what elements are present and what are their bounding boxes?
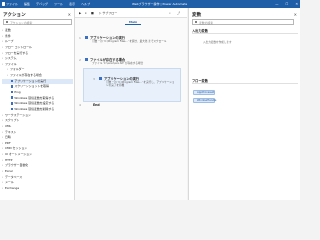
action-label: XML [5, 123, 12, 128]
run-app-icon [85, 35, 88, 39]
action-label: CMD セッション [5, 146, 28, 151]
variables-title: 変数 [192, 13, 202, 18]
search-icon [5, 20, 9, 24]
action-label: ファイル [5, 61, 17, 66]
action-label: 変数 [5, 28, 11, 32]
action-label: Exchange [5, 185, 20, 190]
expand-icon[interactable]: ⤴ [177, 11, 180, 15]
search-icon [194, 20, 198, 24]
actions-tree: › 変数 › 条件 › ループ › フロー コントロール › フローを実行する › システム › ファイル… [2, 28, 73, 192]
minimize-button[interactable]: — [275, 2, 278, 6]
action-label: システム [5, 56, 17, 61]
pause-icon[interactable]: ⏸ [85, 11, 87, 15]
flow-step[interactable]: 4 End [79, 103, 100, 107]
step-description: ファイル 'C:\xxxx\xxx.txt' が存在する場合 [92, 62, 144, 65]
action-label: アプリケーションの実行 [14, 78, 47, 83]
run-app-icon [99, 76, 102, 80]
step-title: End [92, 103, 100, 107]
action-label: HTTP [5, 157, 13, 162]
search-placeholder: アクションの検索 [10, 21, 33, 25]
action-label: PDF [5, 140, 11, 145]
step-number: 4 [79, 103, 81, 107]
action-label: ブラウザー自動化 [5, 163, 29, 168]
action-item[interactable]: › Exchange [2, 186, 73, 192]
section-header[interactable]: フロー変数 [192, 78, 298, 84]
menu-debug[interactable]: デバッグ [36, 2, 48, 6]
menu-view[interactable]: 表示 [69, 2, 75, 6]
file-exists-icon [85, 57, 88, 61]
action-label: Windows 環境変数を削除する [14, 106, 55, 111]
menu-bar: ファイル 編集 デバッグ ツール 表示 ヘルプ [6, 2, 90, 6]
variables-panel: 変数 ✕ 変数の検索 入出力変数 入出力変数を作成します フロー変数 AppPr… [188, 8, 300, 200]
input-output-section: 入出力変数 [192, 28, 298, 34]
action-label: ワークステーション [5, 112, 31, 117]
close-button[interactable]: ✕ [295, 2, 298, 6]
action-label: フローを実行する [5, 50, 29, 55]
actions-search-input[interactable]: アクションの検索 [3, 19, 72, 25]
action-label: UI オートメーション [5, 152, 32, 157]
actions-title: アクション [3, 13, 26, 18]
close-variables-icon[interactable]: ✕ [294, 12, 297, 17]
empty-state-text: 入出力変数を作成します [203, 41, 232, 44]
action-label: ループ [5, 39, 14, 44]
action-label: Excel [5, 169, 13, 174]
action-label: フォルダー [10, 67, 25, 72]
variable-chip[interactable]: AppProcessId [193, 90, 215, 95]
section-header[interactable]: 入出力変数 [192, 28, 298, 34]
designer-toolbar: ▶ ⏸ ■ ▷ サブフロー ⌕ ⤴ [75, 8, 187, 18]
title-bar: ファイル 編集 デバッグ ツール 表示 ヘルプ Webブラウザー操作 | Pow… [0, 0, 300, 8]
action-label: テキスト [5, 129, 17, 134]
close-actions-icon[interactable]: ✕ [68, 12, 71, 17]
tab-main[interactable]: Main [125, 20, 142, 25]
variable-chip[interactable]: WindowHandle [193, 98, 216, 103]
action-label: フロー コントロール [5, 44, 32, 49]
actions-panel: アクション ✕ アクションの検索 › 変数 › 条件 › ループ › フロー コントロール › フ… [0, 8, 75, 200]
search-placeholder: 変数の検索 [199, 21, 213, 25]
menu-help[interactable]: ヘルプ [81, 2, 90, 6]
action-label: 日時 [5, 135, 11, 140]
action-label: ファイルが存在する場合 [10, 73, 42, 78]
window-title: Webブラウザー操作 | Power Automate [132, 1, 188, 6]
menu-edit[interactable]: 編集 [24, 2, 30, 6]
maximize-button[interactable]: ☐ [285, 2, 288, 6]
step-number: 3 [93, 77, 95, 81]
designer-canvas: ▶ ⏸ ■ ▷ サブフロー ⌕ ⤴ Main 1 アプリケーションの実行 引数 … [75, 8, 187, 200]
flow-variables-section: フロー変数 [192, 78, 298, 84]
flow-step[interactable]: 3 アプリケーションの実行 引数 '' の 'C:\Program Files.… [93, 76, 176, 88]
run-icon[interactable]: ▶ [79, 11, 81, 15]
action-label: 条件 [5, 33, 11, 38]
flow-step[interactable]: 2 ファイルが存在する場合 ファイル 'C:\xxxx\xxx.txt' が存在… [79, 57, 143, 65]
action-label: Windows 環境変数を設定する [14, 101, 55, 106]
action-label: Ping [14, 90, 21, 95]
stop-icon[interactable]: ■ [91, 11, 94, 15]
app-icon [1, 1, 5, 6]
step-description: 引数 '' の 'C:\Program Files...' を実行し、アプリケー… [106, 81, 175, 88]
variables-search-input[interactable]: 変数の検索 [192, 19, 294, 25]
action-label: Windows 環境変数を取得する [14, 95, 55, 100]
step-number: 2 [79, 58, 81, 62]
menu-tools[interactable]: ツール [54, 2, 63, 6]
menu-file[interactable]: ファイル [6, 2, 18, 6]
subflow-button[interactable]: ▷ サブフロー [99, 11, 117, 15]
step-number: 1 [79, 36, 81, 40]
action-label: スクリーンショットを取得 [14, 84, 49, 89]
search-icon[interactable]: ⌕ [169, 11, 171, 15]
window-controls: — ☐ ✕ [275, 2, 298, 6]
action-label: スクリプト [5, 118, 20, 123]
step-description: 引数 '' の 'C:\Program Files...' を開き、最大化 まで… [92, 40, 167, 43]
flow-step[interactable]: 1 アプリケーションの実行 引数 '' の 'C:\Program Files.… [79, 35, 166, 43]
action-label: メール [5, 180, 14, 185]
action-label: データベース [5, 174, 23, 179]
